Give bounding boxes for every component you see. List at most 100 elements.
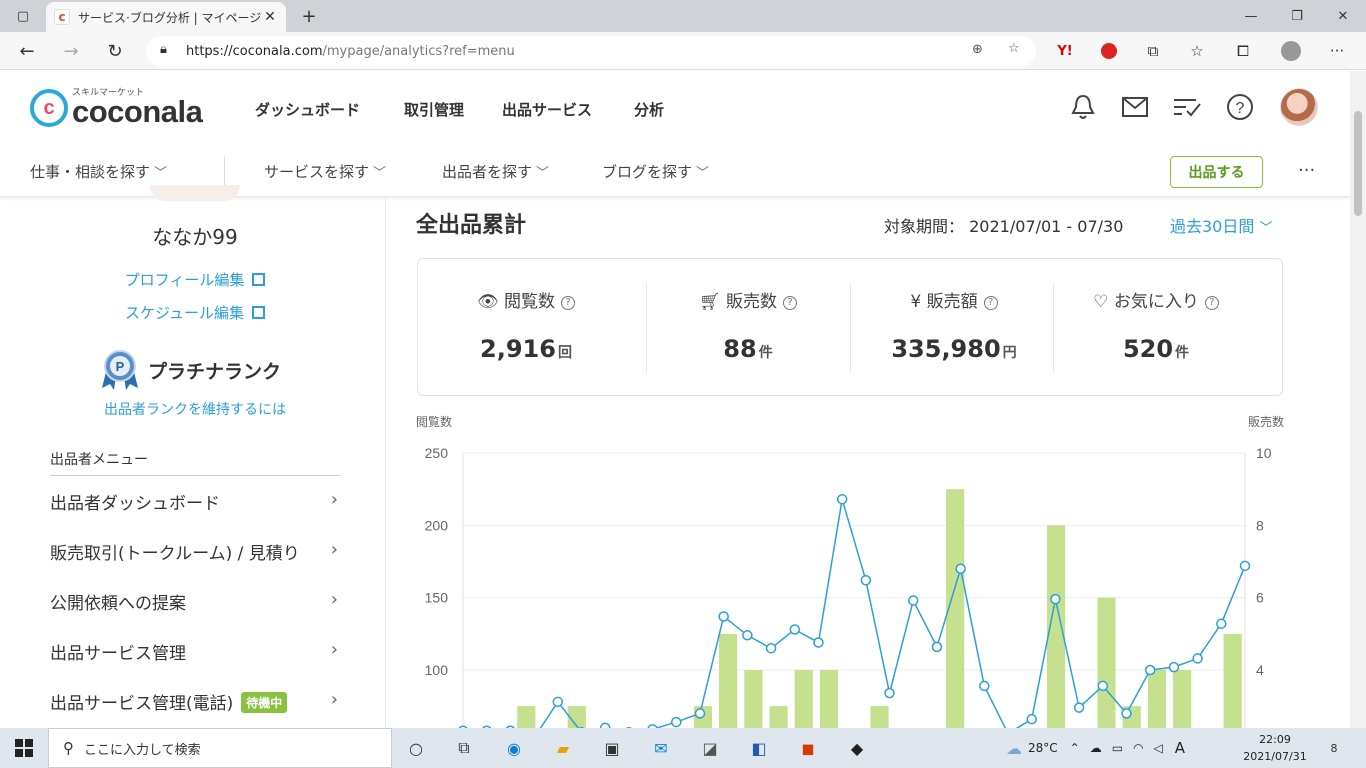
url-field[interactable]: 🔒︎ https://coconala.com/mypage/analytics…: [146, 36, 1036, 66]
sales-bar: [1173, 670, 1192, 749]
nav-dashboard[interactable]: ダッシュボード: [255, 99, 360, 120]
cortana-icon[interactable]: ○: [402, 734, 430, 762]
views-point: [1216, 618, 1227, 629]
views-point: [1121, 708, 1132, 719]
message-icon[interactable]: [1119, 91, 1151, 123]
windows-start-icon[interactable]: [0, 728, 48, 768]
notification-icon[interactable]: 8: [1322, 736, 1346, 760]
address-bar: ← → ↻ 🔒︎ https://coconala.com/mypage/ana…: [0, 32, 1366, 70]
schedule-edit-link[interactable]: スケジュール編集: [0, 302, 390, 323]
help-icon[interactable]: ?: [1204, 296, 1219, 310]
app-icon[interactable]: ◆: [843, 734, 871, 762]
task-view-icon[interactable]: ⧉: [450, 734, 478, 762]
notification-count: 8: [1330, 741, 1338, 755]
wifi-icon[interactable]: ◠: [1133, 741, 1143, 755]
nav-analytics[interactable]: 分析: [634, 99, 664, 120]
rank-maintain-link[interactable]: 出品者ランクを維持するには: [0, 399, 390, 419]
menu-public-proposals[interactable]: 公開依頼への提案 ›: [50, 589, 340, 614]
views-point: [884, 687, 895, 699]
store-icon[interactable]: ▣: [598, 734, 626, 762]
nav-transactions[interactable]: 取引管理: [404, 99, 464, 120]
nav-services[interactable]: 出品サービス: [502, 99, 592, 120]
user-avatar[interactable]: [1280, 88, 1318, 126]
help-icon[interactable]: ?: [983, 296, 998, 310]
more-menu-icon[interactable]: ···: [1298, 160, 1315, 181]
taskbar-search-placeholder: ここに入力して検索: [84, 742, 201, 758]
taskbar-clock[interactable]: 22:09 2021/07/31: [1240, 731, 1310, 765]
browser-tab[interactable]: c サービス·ブログ分析 | マイページ | ココ ✕: [46, 2, 286, 32]
logo-mark-icon: c: [30, 89, 68, 127]
subnav-find-sellers[interactable]: 出品者を探す ﹀: [442, 161, 549, 182]
stat-favorites-value: 520: [1122, 335, 1174, 363]
bell-icon[interactable]: [1067, 91, 1099, 123]
back-icon[interactable]: ←: [12, 36, 42, 66]
ime-indicator[interactable]: A: [1175, 739, 1185, 757]
battery-icon[interactable]: ▭: [1112, 741, 1123, 755]
scrollbar-thumb[interactable]: [1354, 111, 1362, 216]
page-scrollbar[interactable]: [1350, 71, 1366, 728]
list-service-button[interactable]: 出品する: [1170, 156, 1263, 188]
views-point: [1168, 661, 1180, 673]
svg-text:P: P: [116, 359, 125, 374]
forward-icon[interactable]: →: [56, 36, 86, 66]
new-tab-icon[interactable]: +: [286, 0, 332, 32]
stat-favorites-label: お気に入り: [1113, 292, 1199, 312]
minimize-icon[interactable]: —: [1228, 0, 1274, 32]
help-icon[interactable]: ?: [783, 296, 797, 310]
favorites-icon[interactable]: ☆: [1186, 40, 1208, 62]
extensions-icon[interactable]: ⧉: [1142, 40, 1164, 62]
collections-icon[interactable]: ⧠: [1232, 40, 1254, 62]
stat-favorites: ♡ お気に入り? 520 件: [1048, 259, 1264, 397]
subnav-find-services-label: サービスを探す: [264, 163, 370, 181]
security-extension-icon[interactable]: [1098, 40, 1120, 62]
app-icon[interactable]: ◪: [696, 734, 724, 762]
favorite-star-icon[interactable]: ☆: [1008, 41, 1020, 56]
external-link-icon: [251, 306, 265, 319]
refresh-icon[interactable]: ↻: [100, 36, 130, 66]
office-icon[interactable]: ◼: [794, 734, 822, 762]
file-explorer-icon[interactable]: ▰: [549, 734, 577, 762]
zoom-icon[interactable]: ⊕: [972, 42, 983, 57]
standby-badge: 待機中: [241, 692, 288, 713]
menu-seller-dashboard[interactable]: 出品者ダッシュボード ›: [50, 489, 340, 514]
tab-actions-icon[interactable]: ▢: [0, 0, 46, 32]
task-list-icon[interactable]: [1171, 91, 1203, 123]
taskbar-search[interactable]: ⚲ ここに入力して検索: [48, 728, 392, 768]
close-tab-icon[interactable]: ✕: [262, 9, 278, 25]
subnav-find-jobs-label: 仕事・相談を探す: [30, 163, 151, 181]
views-point: [671, 716, 682, 728]
seller-menu-heading: 出品者メニュー: [50, 449, 340, 476]
mail-icon[interactable]: ✉: [647, 734, 675, 762]
help-icon[interactable]: ?: [1224, 91, 1256, 123]
clock-date: 2021/07/31: [1243, 750, 1307, 763]
coconala-logo[interactable]: スキルマーケット c coconala: [30, 87, 203, 129]
app-icon[interactable]: ◧: [745, 734, 773, 762]
help-icon[interactable]: ?: [561, 296, 575, 310]
search-icon: ⚲: [63, 739, 74, 757]
menu-sales-transactions[interactable]: 販売取引(トークルーム) / 見積り ›: [50, 539, 340, 564]
chevron-up-icon[interactable]: ⌃: [1070, 741, 1080, 755]
stat-sales-count-unit: 件: [758, 345, 773, 361]
stat-sales-count: 🛒︎ 販売数? 88 件: [640, 259, 856, 397]
menu-phone-service-management[interactable]: 出品サービス管理(電話) 待機中 ›: [50, 689, 340, 714]
yahoo-extension-icon[interactable]: Y!: [1054, 40, 1076, 62]
subnav-find-blogs[interactable]: ブログを探す ﹀: [602, 161, 709, 182]
chevron-down-icon: ﹀: [696, 166, 710, 181]
period-selector[interactable]: 過去30日間 ﹀: [1170, 213, 1272, 237]
edge-icon[interactable]: ◉: [500, 734, 528, 762]
subnav-find-services[interactable]: サービスを探す ﹀: [264, 161, 386, 182]
subnav-find-jobs[interactable]: 仕事・相談を探す ﹀: [30, 161, 167, 182]
volume-icon[interactable]: ◁: [1154, 741, 1163, 755]
menu-dots-icon[interactable]: ···: [1326, 40, 1348, 62]
sales-bar: [1223, 633, 1242, 749]
stat-views-label: 閲覧数: [504, 292, 555, 312]
close-window-icon[interactable]: ✕: [1320, 0, 1366, 32]
onedrive-icon[interactable]: ☁: [1090, 741, 1102, 755]
maximize-icon[interactable]: ❐: [1274, 0, 1320, 32]
profile-icon[interactable]: [1280, 40, 1302, 62]
weather-temp[interactable]: 28°C: [1028, 741, 1058, 755]
profile-edit-link[interactable]: プロフィール編集: [0, 269, 390, 290]
menu-service-management[interactable]: 出品サービス管理 ›: [50, 639, 340, 664]
views-point: [1239, 560, 1251, 572]
chevron-right-icon: ›: [330, 589, 338, 610]
